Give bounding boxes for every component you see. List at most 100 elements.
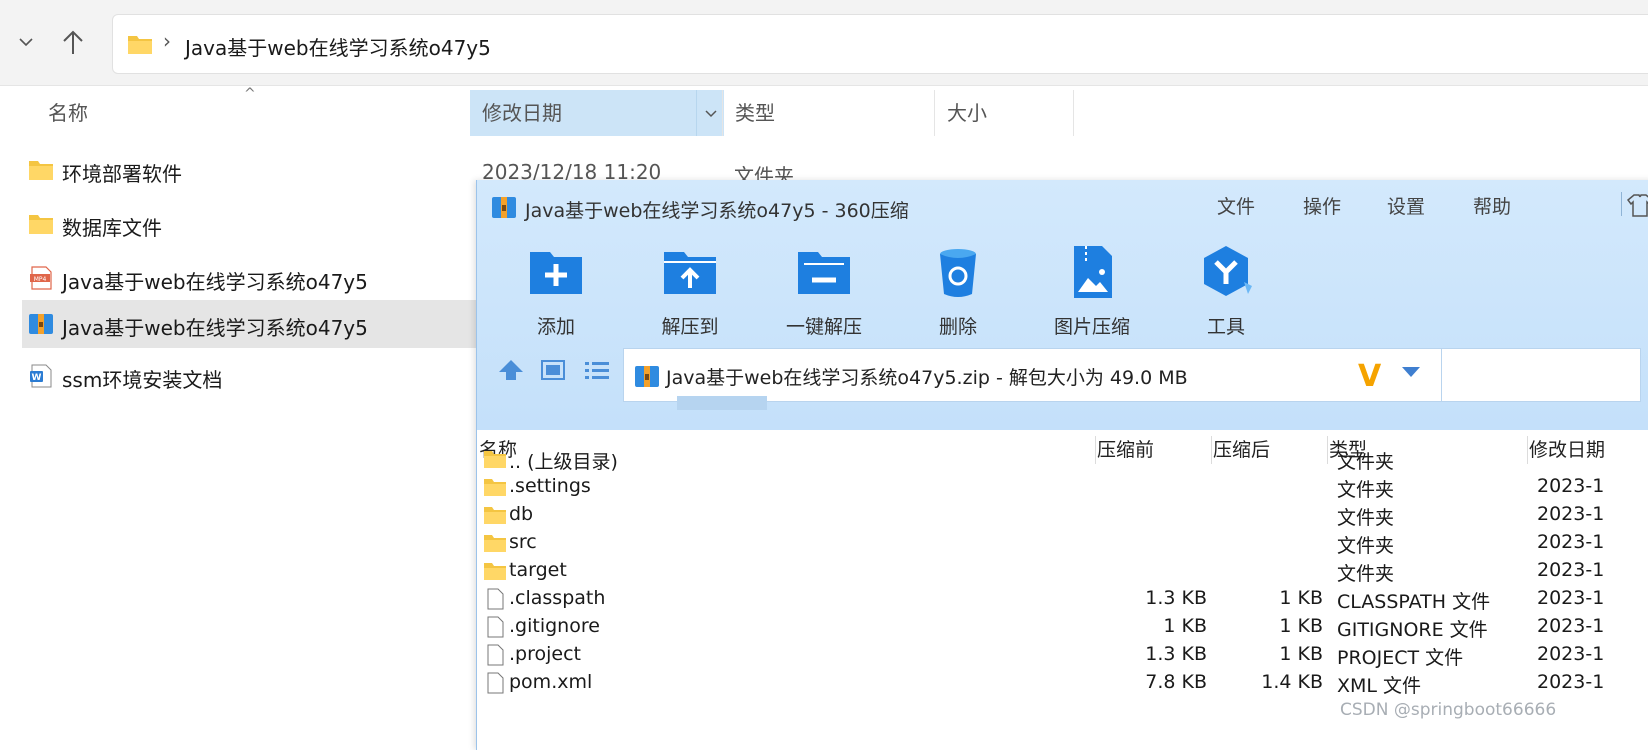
- archive-path-text: Java基于web在线学习系统o47y5.zip - 解包大小为 49.0 MB: [666, 367, 1188, 389]
- skin-icon[interactable]: [1625, 190, 1648, 220]
- archive-item-date: 2023-1: [1537, 671, 1605, 693]
- folder-icon: [29, 215, 53, 234]
- file-icon: [487, 644, 504, 666]
- path-dropdown-icon[interactable]: [1402, 367, 1420, 377]
- thumbnail-view-icon[interactable]: [539, 358, 567, 382]
- column-header-size[interactable]: 大小: [934, 90, 1074, 136]
- archive-path-bar[interactable]: Java基于web在线学习系统o47y5.zip - 解包大小为 49.0 MB…: [623, 348, 1453, 402]
- archive-item-size-after: 1 KB: [1279, 587, 1323, 609]
- extract-to-label: 解压到: [661, 316, 719, 338]
- one-click-extract-label: 一键解压: [785, 316, 862, 338]
- breadcrumb-current[interactable]: Java基于web在线学习系统o47y5: [185, 32, 491, 61]
- zip-archive-icon: [29, 314, 53, 334]
- word-document-icon: W: [30, 364, 52, 388]
- menu-help[interactable]: 帮助: [1473, 192, 1511, 219]
- file-icon: [487, 616, 504, 638]
- zip-archive-icon: [635, 366, 659, 387]
- chevron-down-icon[interactable]: [16, 32, 36, 52]
- menu-operation[interactable]: 操作: [1303, 192, 1341, 219]
- archive-row[interactable]: .. (上级目录) 文件夹: [477, 446, 1648, 474]
- tools-icon: [1204, 246, 1252, 296]
- archive-item-type: 文件夹: [1337, 479, 1395, 501]
- svg-text:MP4: MP4: [34, 276, 47, 283]
- list-view-icon[interactable]: [583, 358, 611, 382]
- one-click-extract-icon: [798, 252, 850, 294]
- archive-row[interactable]: .gitignore 1 KB 1 KB GITIGNORE 文件 2023-1: [477, 614, 1648, 642]
- file-icon: [487, 672, 504, 694]
- menu-settings[interactable]: 设置: [1387, 192, 1425, 219]
- image-compress-icon: [1074, 246, 1112, 298]
- archive-item-date: 2023-1: [1537, 643, 1605, 665]
- archive-item-size-after: 1 KB: [1279, 615, 1323, 637]
- delete-label: 删除: [938, 316, 977, 338]
- archive-row[interactable]: .classpath 1.3 KB 1 KB CLASSPATH 文件 2023…: [477, 586, 1648, 614]
- archive-item-name: .. (上级目录): [509, 451, 618, 473]
- archive-item-date: 2023-1: [1537, 559, 1605, 581]
- folder-icon: [128, 36, 152, 54]
- archive-item-date: 2023-1: [1537, 531, 1605, 553]
- add-icon: [530, 252, 582, 294]
- folder-icon: [484, 507, 506, 524]
- column-header-date[interactable]: 修改日期: [470, 90, 722, 136]
- zip-archive-icon: [492, 197, 516, 218]
- archive-item-size-before: 7.8 KB: [1145, 671, 1207, 693]
- archive-row[interactable]: target 文件夹 2023-1: [477, 558, 1648, 586]
- progress-indicator: [677, 396, 767, 410]
- delete-icon: [940, 249, 976, 297]
- archive-item-size-before: 1.3 KB: [1145, 587, 1207, 609]
- folder-icon: [484, 563, 506, 580]
- column-header-type[interactable]: 类型: [722, 90, 934, 136]
- archive-row[interactable]: .settings 文件夹 2023-1: [477, 474, 1648, 502]
- zip-header: Java基于web在线学习系统o47y5 - 360压缩 文件 操作 设置 帮助…: [477, 180, 1648, 430]
- arrow-up-icon[interactable]: [497, 358, 525, 382]
- menu-file[interactable]: 文件: [1217, 192, 1255, 219]
- file-row[interactable]: 环境部署软件: [22, 146, 482, 194]
- file-row[interactable]: MP4 Java基于web在线学习系统o47y5: [22, 254, 482, 302]
- v-logo-icon[interactable]: V: [1358, 359, 1381, 394]
- add-label: 添加: [536, 316, 575, 338]
- tools-button[interactable]: 工具: [1171, 244, 1281, 339]
- file-name: 环境部署软件: [62, 162, 182, 186]
- file-row-selected[interactable]: Java基于web在线学习系统o47y5: [22, 300, 482, 348]
- file-row[interactable]: W ssm环境安装文档: [22, 352, 482, 400]
- archive-item-size-after: 1.4 KB: [1261, 671, 1323, 693]
- column-header-name[interactable]: 名称: [48, 90, 88, 136]
- image-compress-button[interactable]: 图片压缩: [1037, 244, 1147, 339]
- archive-item-date: 2023-1: [1537, 615, 1605, 637]
- one-click-extract-button[interactable]: 一键解压: [769, 244, 879, 339]
- archive-item-name: .settings: [509, 475, 591, 497]
- folder-icon: [484, 479, 506, 496]
- zip-window-title: Java基于web在线学习系统o47y5 - 360压缩: [525, 200, 909, 222]
- delete-button[interactable]: 删除: [903, 244, 1013, 339]
- extract-to-button[interactable]: 解压到: [635, 244, 745, 339]
- archive-row[interactable]: db 文件夹 2023-1: [477, 502, 1648, 530]
- search-input[interactable]: [1441, 348, 1641, 402]
- archive-item-type: 文件夹: [1337, 563, 1395, 585]
- archive-item-type: XML 文件: [1337, 675, 1422, 697]
- archive-item-name: .classpath: [509, 587, 606, 609]
- archive-row[interactable]: .project 1.3 KB 1 KB PROJECT 文件 2023-1: [477, 642, 1648, 670]
- arrow-up-icon[interactable]: [60, 28, 86, 56]
- column-dropdown-button[interactable]: [696, 90, 724, 136]
- archive-row[interactable]: pom.xml 7.8 KB 1.4 KB XML 文件 2023-1: [477, 670, 1648, 698]
- divider: [1621, 192, 1622, 216]
- file-name: 数据库文件: [62, 216, 162, 240]
- zip-window: Java基于web在线学习系统o47y5 - 360压缩 文件 操作 设置 帮助…: [476, 180, 1648, 750]
- archive-item-size-after: 1 KB: [1279, 643, 1323, 665]
- image-compress-label: 图片压缩: [1053, 316, 1130, 338]
- tools-label: 工具: [1206, 316, 1245, 338]
- file-row[interactable]: 数据库文件: [22, 200, 482, 248]
- archive-item-type: CLASSPATH 文件: [1337, 591, 1491, 613]
- breadcrumb-separator: ›: [163, 29, 171, 53]
- archive-item-date: 2023-1: [1537, 503, 1605, 525]
- sort-up-icon: ^: [244, 86, 256, 102]
- extract-to-icon: [664, 252, 716, 294]
- add-button[interactable]: 添加: [501, 244, 611, 339]
- chevron-down-icon: [705, 110, 717, 118]
- archive-item-name: db: [509, 503, 534, 525]
- address-bar[interactable]: › Java基于web在线学习系统o47y5: [112, 14, 1648, 74]
- archive-item-type: 文件夹: [1337, 451, 1395, 473]
- folder-icon: [29, 161, 53, 180]
- archive-item-name: src: [509, 531, 537, 553]
- archive-row[interactable]: src 文件夹 2023-1: [477, 530, 1648, 558]
